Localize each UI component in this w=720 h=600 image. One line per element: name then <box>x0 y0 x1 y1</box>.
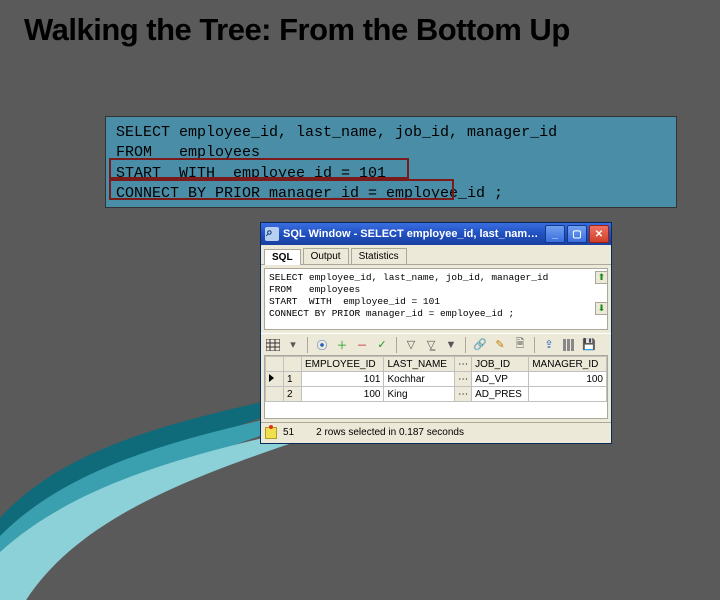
status-icon <box>265 427 277 439</box>
window-title: SQL Window - SELECT employee_id, last_na… <box>283 228 541 240</box>
tab-sql[interactable]: SQL <box>264 249 301 265</box>
minimize-button[interactable]: _ <box>545 225 565 243</box>
prev-sql-button[interactable]: ⬆ <box>595 271 608 284</box>
cell-last-name[interactable]: King <box>384 387 455 402</box>
grid-icon[interactable] <box>265 337 281 353</box>
app-icon <box>265 227 279 241</box>
next-sql-button[interactable]: ⬇ <box>595 302 608 315</box>
tab-statistics[interactable]: Statistics <box>351 248 407 264</box>
separator <box>396 337 397 353</box>
titlebar[interactable]: SQL Window - SELECT employee_id, last_na… <box>261 223 611 245</box>
maximize-button[interactable]: ▢ <box>567 225 587 243</box>
export-icon[interactable]: ⇪ <box>541 337 557 353</box>
tab-strip: SQL Output Statistics <box>261 245 611 265</box>
sort-asc-icon[interactable]: ▽̲ <box>423 337 439 353</box>
cell-job-id[interactable]: AD_VP <box>472 372 529 387</box>
cell-expand[interactable]: ⋯ <box>455 387 472 402</box>
separator <box>307 337 308 353</box>
separator <box>465 337 466 353</box>
cell-manager-id[interactable]: 100 <box>529 372 607 387</box>
cell-employee-id[interactable]: 101 <box>302 372 384 387</box>
delete-row-icon[interactable]: － <box>354 337 370 353</box>
sql-editor[interactable]: SELECT employee_id, last_name, job_id, m… <box>264 268 608 330</box>
table-row[interactable]: 2 100 King ⋯ AD_PRES <box>266 387 607 402</box>
row-cursor[interactable] <box>266 372 284 387</box>
tab-output[interactable]: Output <box>303 248 349 264</box>
columns-icon[interactable] <box>561 337 577 353</box>
grid-dropdown-icon[interactable]: ▾ <box>285 337 301 353</box>
add-row-icon[interactable]: ＋ <box>334 337 350 353</box>
sort-desc-icon[interactable]: ▽ <box>403 337 419 353</box>
commit-icon[interactable]: ✓ <box>374 337 390 353</box>
close-button[interactable]: ✕ <box>589 225 609 243</box>
col-expand[interactable]: ⋯ <box>455 357 472 372</box>
sql-code-box: SELECT employee_id, last_name, job_id, m… <box>105 116 677 208</box>
row-num: 2 <box>284 387 302 402</box>
status-message: 2 rows selected in 0.187 seconds <box>316 427 464 438</box>
status-row-count: 51 <box>283 427 294 438</box>
current-row-icon <box>269 374 274 382</box>
col-job-id[interactable]: JOB_ID <box>472 357 529 372</box>
row-cursor[interactable] <box>266 387 284 402</box>
edit-cell-icon[interactable]: ✎ <box>492 337 508 353</box>
pin-icon[interactable]: ⦿ <box>314 337 330 353</box>
table-row[interactable]: 1 101 Kochhar ⋯ AD_VP 100 <box>266 372 607 387</box>
cell-last-name[interactable]: Kochhar <box>384 372 455 387</box>
note-icon[interactable]: 🗎 <box>512 337 528 353</box>
cell-employee-id[interactable]: 100 <box>302 387 384 402</box>
col-employee-id[interactable]: EMPLOYEE_ID <box>302 357 384 372</box>
col-last-name[interactable]: LAST_NAME <box>384 357 455 372</box>
slide-title: Walking the Tree: From the Bottom Up <box>0 0 720 47</box>
filter-icon[interactable]: ▼ <box>443 337 459 353</box>
sql-window: SQL Window - SELECT employee_id, last_na… <box>260 222 612 444</box>
cell-manager-id[interactable] <box>529 387 607 402</box>
result-toolbar: ▾ ⦿ ＋ － ✓ ▽ ▽̲ ▼ 🔗 ✎ 🗎 ⇪ 💾 <box>261 333 611 355</box>
row-header-corner <box>266 357 284 372</box>
col-manager-id[interactable]: MANAGER_ID <box>529 357 607 372</box>
result-grid[interactable]: EMPLOYEE_ID LAST_NAME ⋯ JOB_ID MANAGER_I… <box>264 355 608 419</box>
separator <box>534 337 535 353</box>
cell-expand[interactable]: ⋯ <box>455 372 472 387</box>
row-header-corner2 <box>284 357 302 372</box>
link-icon[interactable]: 🔗 <box>472 337 488 353</box>
save-icon[interactable]: 💾 <box>581 337 597 353</box>
row-num: 1 <box>284 372 302 387</box>
cell-job-id[interactable]: AD_PRES <box>472 387 529 402</box>
status-bar: 51 2 rows selected in 0.187 seconds <box>261 422 611 442</box>
